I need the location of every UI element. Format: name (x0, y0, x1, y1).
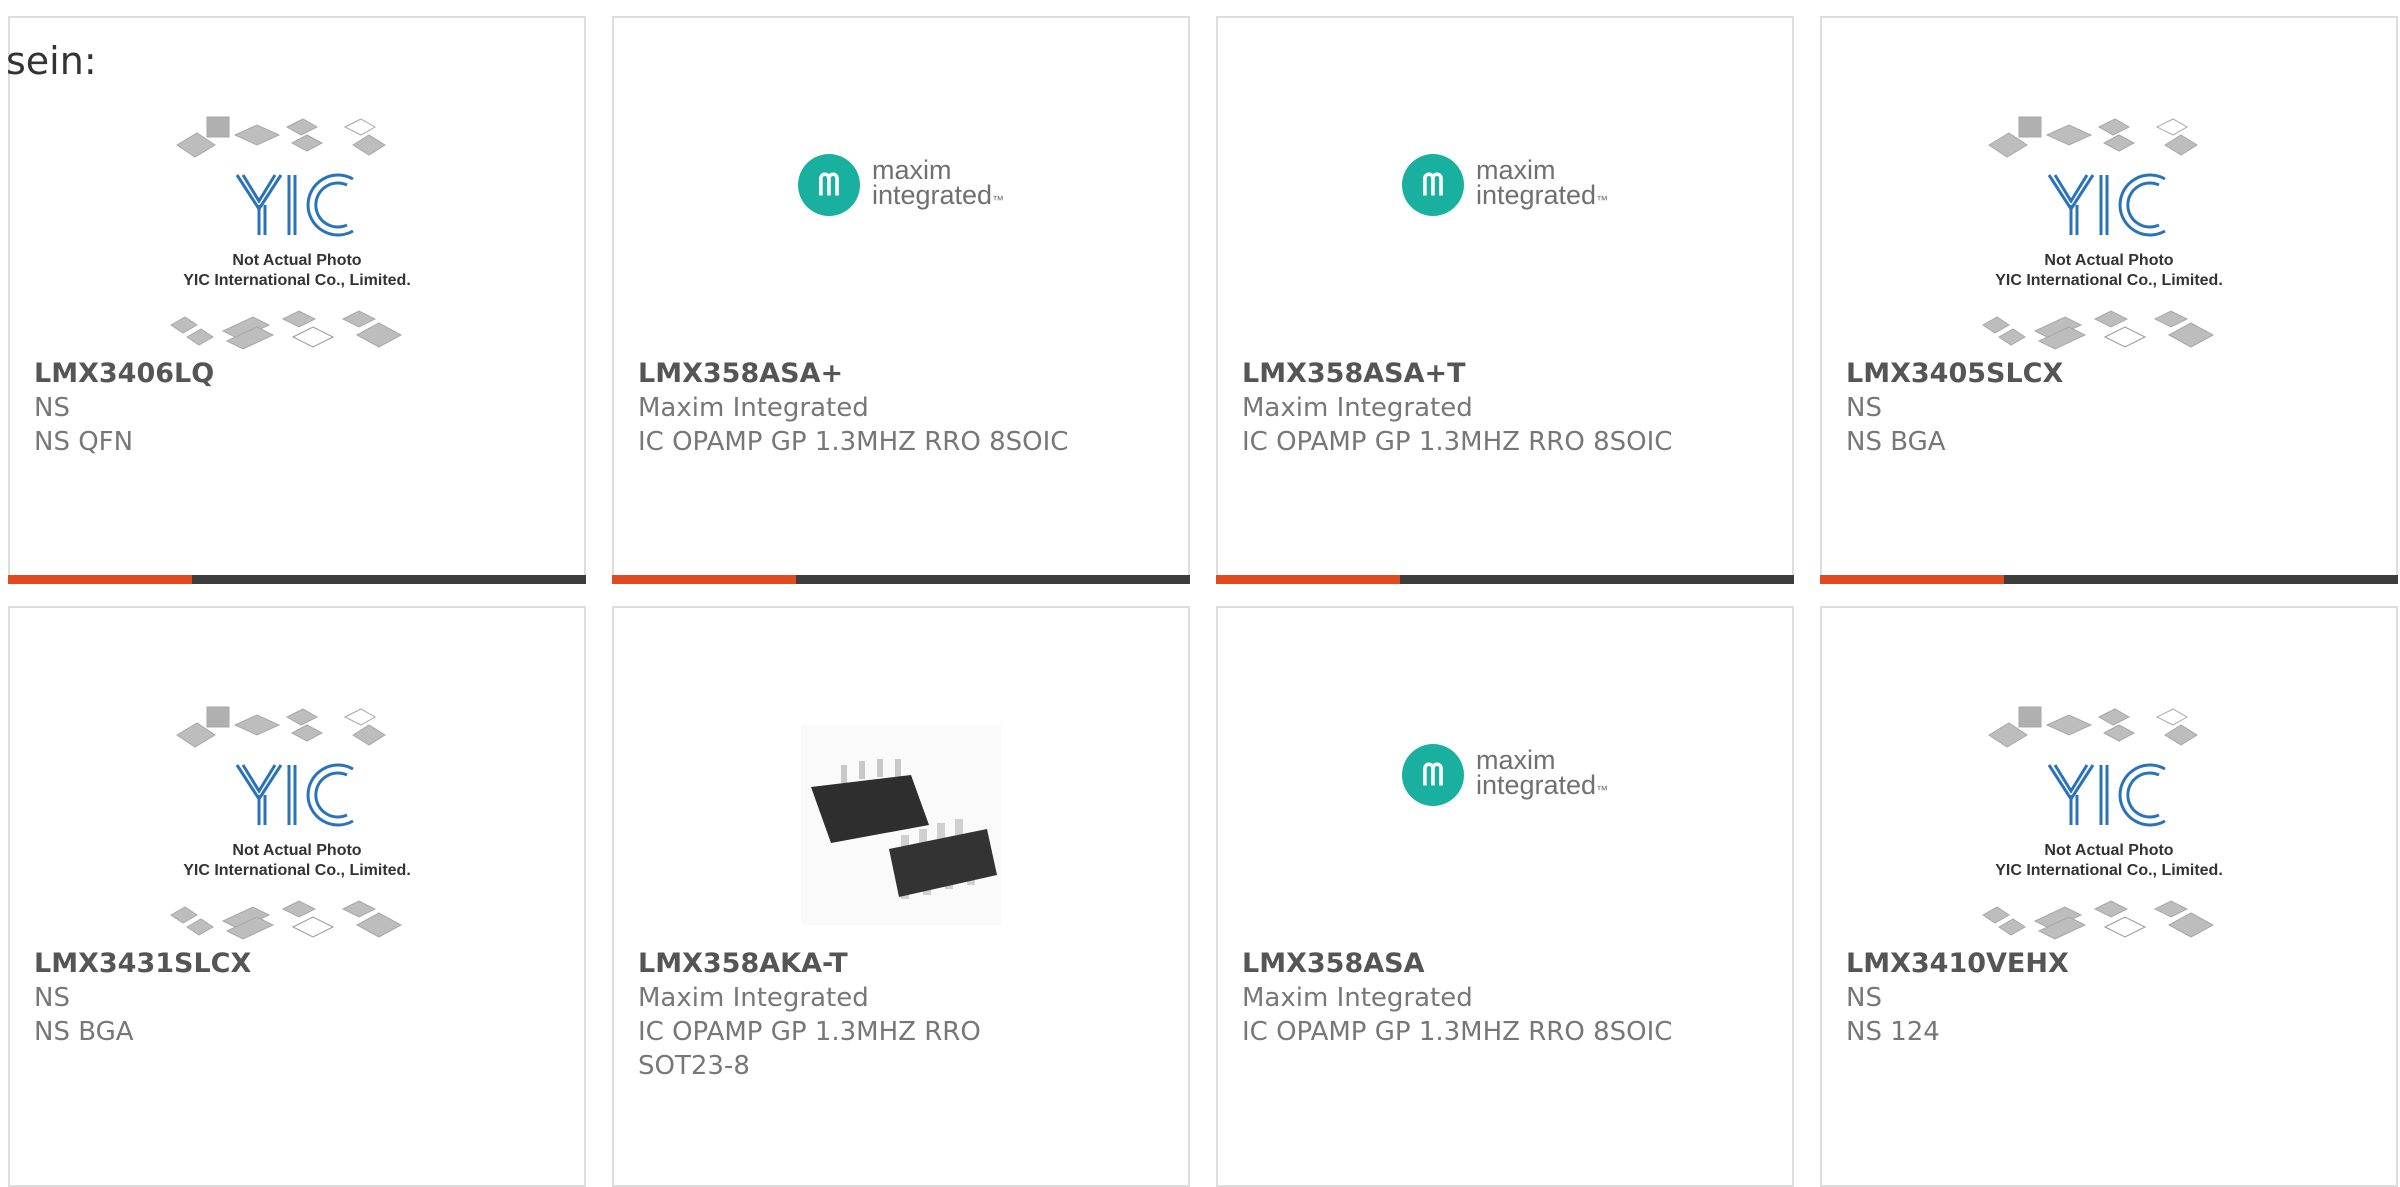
part-number-link[interactable]: LMX3405SLCX (1846, 356, 2376, 391)
card-bar-accent (612, 575, 796, 584)
product-info: LMX3431SLCX NS NS BGA (34, 946, 564, 1049)
part-number-link[interactable]: LMX358ASA+T (1242, 356, 1772, 391)
manufacturer: NS (1846, 393, 1882, 423)
product-image[interactable]: Not Actual Photo YIC International Co., … (10, 100, 584, 370)
manufacturer: Maxim Integrated (1242, 393, 1473, 423)
product-image[interactable]: Not Actual Photo YIC International Co., … (1822, 100, 2396, 370)
manufacturer: NS (1846, 983, 1882, 1013)
image-caption-2: YIC International Co., Limited. (1995, 272, 2223, 289)
sot23-chip-photo (801, 725, 1001, 925)
product-info: LMX3410VEHX NS NS 124 (1846, 946, 2376, 1049)
manufacturer: NS (34, 393, 70, 423)
prefix-text: sein: (6, 39, 97, 83)
part-number-link[interactable]: LMX358AKA-T (638, 946, 1168, 981)
product-info: LMX358ASA+T Maxim Integrated IC OPAMP GP… (1242, 356, 1772, 459)
image-caption-2: YIC International Co., Limited. (183, 272, 411, 289)
product-image[interactable] (614, 690, 1188, 960)
product-card[interactable]: Not Actual Photo YIC International Co., … (1820, 606, 2398, 1187)
image-caption-1: Not Actual Photo (232, 842, 361, 859)
product-image[interactable]: ᗰ maxim integrated™ (614, 100, 1188, 370)
yic-placeholder-graphic: Not Actual Photo YIC International Co., … (170, 116, 411, 350)
yic-placeholder-graphic: Not Actual Photo YIC International Co., … (1982, 116, 2223, 350)
card-bottom-bar (8, 575, 586, 584)
product-info: LMX358ASA+ Maxim Integrated IC OPAMP GP … (638, 356, 1168, 459)
product-info: LMX3405SLCX NS NS BGA (1846, 356, 2376, 459)
card-bar-track (192, 575, 586, 584)
image-caption-1: Not Actual Photo (2044, 842, 2173, 859)
description: IC OPAMP GP 1.3MHZ RRO 8SOIC (638, 427, 1069, 457)
description: NS QFN (34, 427, 134, 457)
description: NS BGA (34, 1017, 134, 1047)
maxim-logo: ᗰ maxim integrated™ (1401, 744, 1609, 806)
maxim-logo-icon: ᗰ (797, 154, 860, 216)
card-bottom-bar (612, 575, 1190, 584)
part-number-link[interactable]: LMX3406LQ (34, 356, 564, 391)
product-info: LMX358AKA-T Maxim Integrated IC OPAMP GP… (638, 946, 1168, 1083)
product-info: LMX358ASA Maxim Integrated IC OPAMP GP 1… (1242, 946, 1772, 1049)
product-card[interactable]: Not Actual Photo YIC International Co., … (8, 606, 586, 1187)
manufacturer: Maxim Integrated (638, 983, 869, 1013)
product-image[interactable]: ᗰ maxim integrated™ (1218, 690, 1792, 960)
card-bar-accent (1216, 575, 1400, 584)
yic-placeholder-graphic: Not Actual Photo YIC International Co., … (170, 706, 411, 940)
maxim-logo-icon: ᗰ (1401, 744, 1464, 806)
product-image[interactable]: Not Actual Photo YIC International Co., … (1822, 690, 2396, 960)
product-image[interactable]: ᗰ maxim integrated™ (1218, 100, 1792, 370)
description: NS BGA (1846, 427, 1946, 457)
product-card[interactable]: Not Actual Photo YIC International Co., … (8, 16, 586, 584)
description: IC OPAMP GP 1.3MHZ RRO 8SOIC (1242, 427, 1673, 457)
description: IC OPAMP GP 1.3MHZ RRO SOT23-8 (638, 1017, 981, 1081)
product-image[interactable]: Not Actual Photo YIC International Co., … (10, 690, 584, 960)
card-bar-accent (8, 575, 192, 584)
product-card[interactable]: ᗰ maxim integrated™ LMX358ASA Maxim Inte… (1216, 606, 1794, 1187)
description: IC OPAMP GP 1.3MHZ RRO 8SOIC (1242, 1017, 1673, 1047)
maxim-logo: ᗰ maxim integrated™ (1401, 154, 1609, 216)
card-bar-track (1400, 575, 1794, 584)
part-number-link[interactable]: LMX358ASA (1242, 946, 1772, 981)
maxim-logo-text: maxim integrated™ (871, 154, 1005, 210)
maxim-logo-icon: ᗰ (1401, 154, 1464, 216)
part-number-link[interactable]: LMX358ASA+ (638, 356, 1168, 391)
product-card[interactable]: ᗰ maxim integrated™ LMX358ASA+T Maxim In… (1216, 16, 1794, 584)
image-caption-2: YIC International Co., Limited. (183, 862, 411, 879)
card-bottom-bar (1820, 575, 2398, 584)
maxim-logo-text: maxim integrated™ (1475, 744, 1609, 800)
card-bar-track (2004, 575, 2398, 584)
image-caption-2: YIC International Co., Limited. (1995, 862, 2223, 879)
product-info: LMX3406LQ NS NS QFN (34, 356, 564, 459)
card-bottom-bar (1216, 575, 1794, 584)
part-number-link[interactable]: LMX3410VEHX (1846, 946, 2376, 981)
image-caption-1: Not Actual Photo (232, 252, 361, 269)
image-caption-1: Not Actual Photo (2044, 252, 2173, 269)
maxim-logo-text: maxim integrated™ (1475, 154, 1609, 210)
description: NS 124 (1846, 1017, 1940, 1047)
manufacturer: Maxim Integrated (638, 393, 869, 423)
card-bar-accent (1820, 575, 2004, 584)
card-bar-track (796, 575, 1190, 584)
product-card[interactable]: ᗰ maxim integrated™ LMX358ASA+ Maxim Int… (612, 16, 1190, 584)
product-card[interactable]: Not Actual Photo YIC International Co., … (1820, 16, 2398, 584)
product-card[interactable]: LMX358AKA-T Maxim Integrated IC OPAMP GP… (612, 606, 1190, 1187)
maxim-logo: ᗰ maxim integrated™ (797, 154, 1005, 216)
product-grid: Not Actual Photo YIC International Co., … (0, 0, 2400, 1187)
part-number-link[interactable]: LMX3431SLCX (34, 946, 564, 981)
yic-placeholder-graphic: Not Actual Photo YIC International Co., … (1982, 706, 2223, 940)
manufacturer: NS (34, 983, 70, 1013)
manufacturer: Maxim Integrated (1242, 983, 1473, 1013)
